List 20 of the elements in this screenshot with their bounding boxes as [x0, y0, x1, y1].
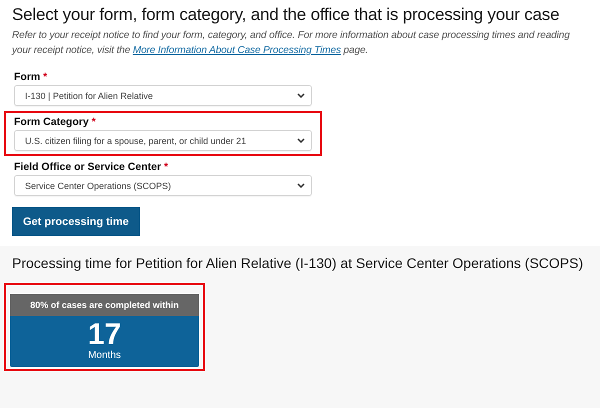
- card-header: 80% of cases are completed within: [10, 294, 199, 316]
- page-heading: Select your form, form category, and the office that is processing your case: [12, 4, 560, 26]
- field-label: Form Category: [14, 116, 90, 128]
- caret-icon: [297, 183, 305, 188]
- select-field[interactable]: U.S. citizen filing for a spouse, parent, or child under 21: [14, 130, 312, 151]
- caret-icon: [297, 93, 305, 98]
- select-field[interactable]: Service Center Operations (SCOPS): [14, 175, 312, 196]
- result-value: 17: [88, 319, 122, 350]
- intro-text: Refer to your receipt notice to find your form, category, and office. For more information about case processing times and reading your receipt notice, visit the More Information About Case Processing Times page.: [12, 29, 571, 58]
- field-label: Field Office or Service Center: [14, 161, 162, 173]
- required-mark: *: [43, 71, 48, 83]
- field-label: Form: [14, 71, 42, 83]
- info-link[interactable]: More Information About Case Processing Times: [132, 45, 341, 56]
- result-heading: Processing time for Petition for Alien Relative (I-130) at Service Center Operations (SCOPS): [12, 254, 584, 273]
- required-mark: *: [92, 116, 96, 128]
- caret-icon: [297, 138, 305, 143]
- get-processing-time-button[interactable]: Get processing time: [12, 207, 140, 236]
- select-field[interactable]: I-130 | Petition for Alien Relative: [14, 85, 312, 106]
- result-unit: Months: [88, 350, 121, 361]
- required-mark: *: [164, 161, 168, 173]
